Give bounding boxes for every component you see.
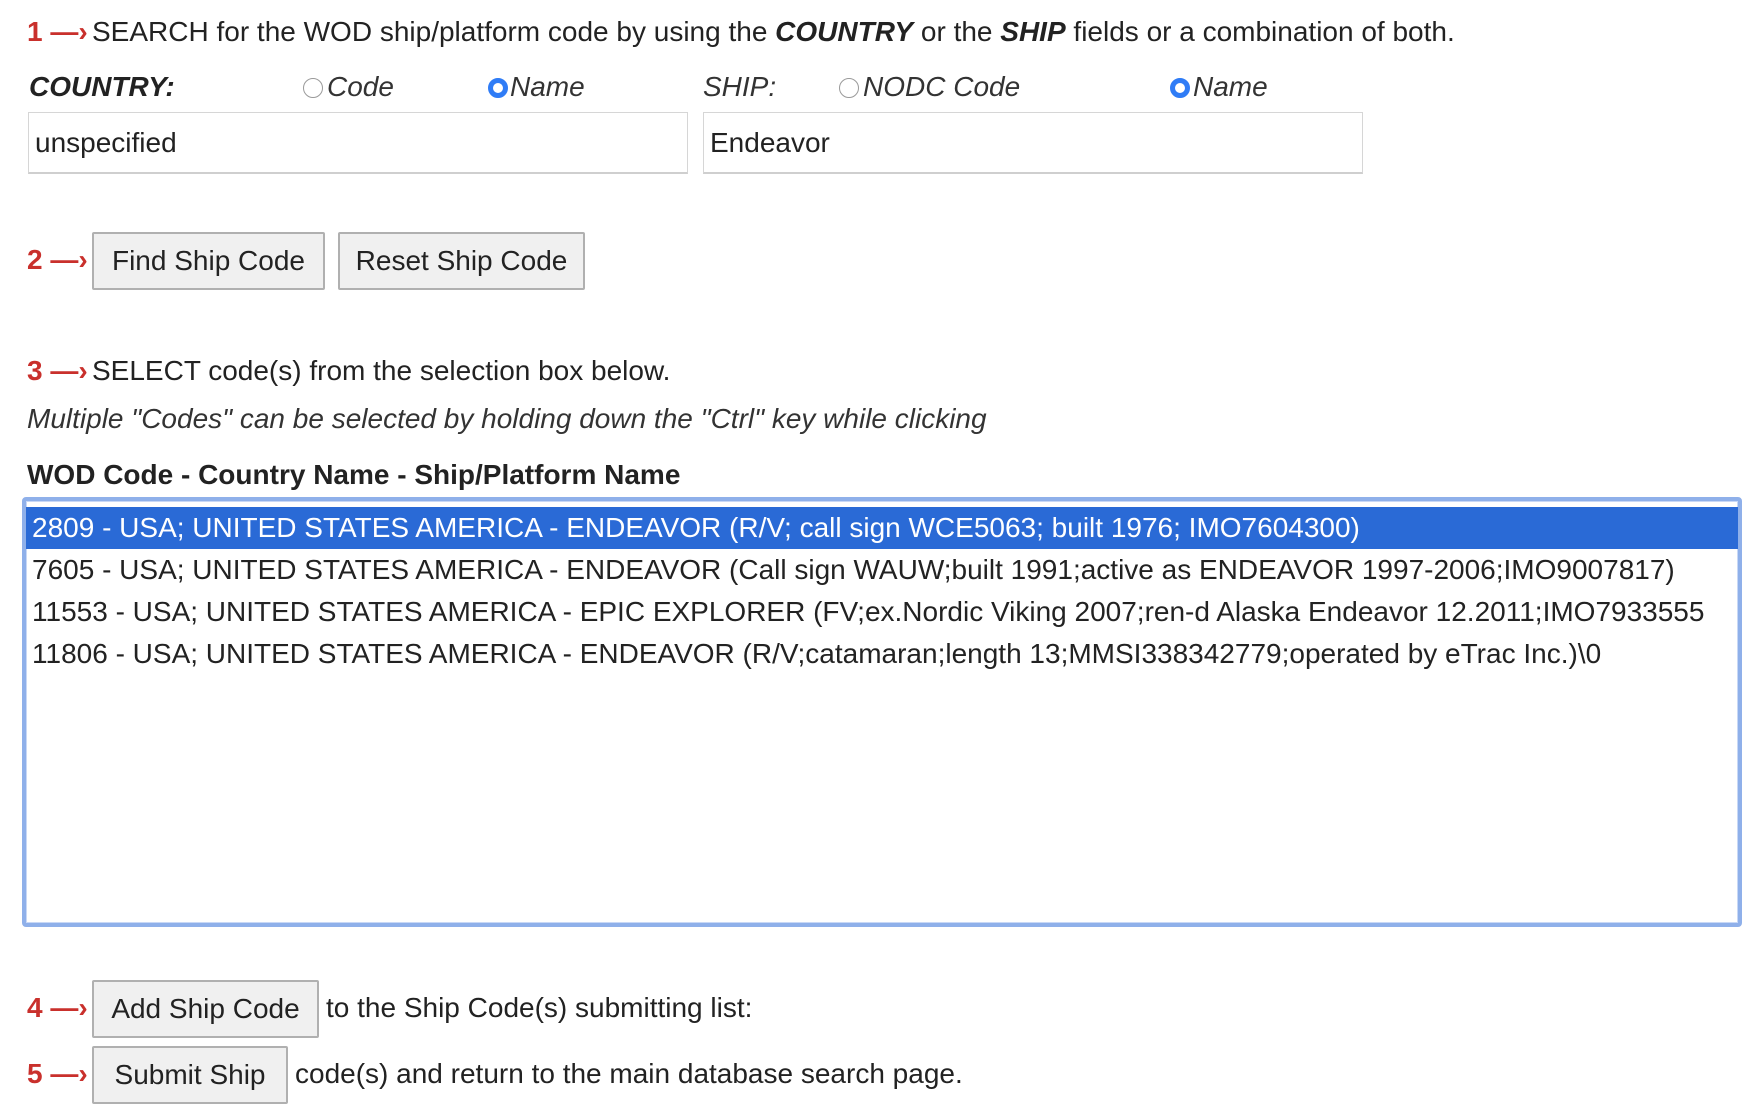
country-label: COUNTRY:: [29, 71, 175, 102]
instruction-text-b: or the: [913, 16, 1001, 47]
step-2-marker: 2 —›: [27, 244, 88, 275]
submit-ship-button[interactable]: Submit Ship: [92, 1046, 288, 1104]
add-ship-code-button[interactable]: Add Ship Code: [92, 980, 319, 1038]
multi-select-note: Multiple "Codes" can be selected by hold…: [27, 403, 987, 434]
list-header: WOD Code - Country Name - Ship/Platform …: [27, 459, 681, 490]
step-1-marker: 1 —›: [27, 16, 88, 47]
ship-label: SHIP:: [703, 71, 777, 102]
country-code-radio[interactable]: [303, 78, 323, 98]
instruction-text-c: fields or a combination of both.: [1065, 16, 1455, 47]
reset-ship-code-button[interactable]: Reset Ship Code: [338, 232, 585, 290]
search-instruction: SEARCH for the WOD ship/platform code by…: [92, 16, 1455, 48]
country-name-radio[interactable]: [488, 78, 508, 98]
country-input[interactable]: unspecified: [28, 112, 688, 174]
ship-nodc-code-radio[interactable]: [839, 78, 859, 98]
list-option[interactable]: 11806 - USA; UNITED STATES AMERICA - END…: [26, 633, 1738, 675]
ship-nodc-code-radio-label: NODC Code: [863, 71, 1021, 102]
instruction-text-a: SEARCH for the WOD ship/platform code by…: [92, 16, 776, 47]
add-instruction: to the Ship Code(s) submitting list:: [326, 992, 753, 1023]
ship-code-listbox[interactable]: 2809 - USA; UNITED STATES AMERICA - ENDE…: [22, 497, 1742, 927]
submit-instruction: code(s) and return to the main database …: [295, 1058, 963, 1089]
select-instruction: SELECT code(s) from the selection box be…: [92, 355, 671, 386]
step-5-marker: 5 —›: [27, 1058, 88, 1089]
step-3-marker: 3 —›: [27, 355, 88, 386]
ship-name-radio[interactable]: [1170, 78, 1190, 98]
find-ship-code-button[interactable]: Find Ship Code: [92, 232, 325, 290]
ship-name-radio-label: Name: [1193, 71, 1268, 102]
instruction-country-word: COUNTRY: [775, 16, 914, 47]
instruction-ship-word: SHIP: [1000, 16, 1066, 47]
step-4-marker: 4 —›: [27, 992, 88, 1023]
country-code-radio-label: Code: [327, 71, 394, 102]
ship-input[interactable]: Endeavor: [703, 112, 1363, 174]
list-option[interactable]: 2809 - USA; UNITED STATES AMERICA - ENDE…: [26, 507, 1738, 549]
list-option[interactable]: 11553 - USA; UNITED STATES AMERICA - EPI…: [26, 591, 1738, 633]
country-name-radio-label: Name: [510, 71, 585, 102]
list-option[interactable]: 7605 - USA; UNITED STATES AMERICA - ENDE…: [26, 549, 1738, 591]
